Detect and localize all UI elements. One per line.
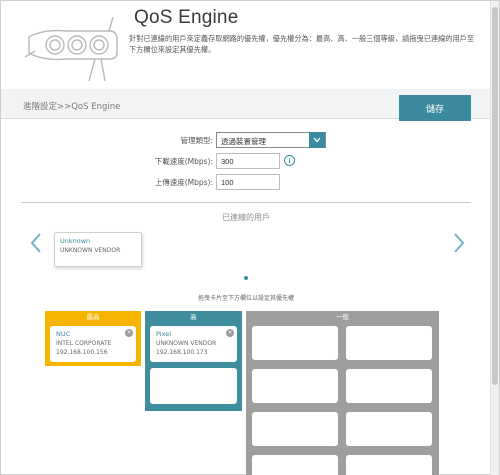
management-type-select[interactable]: 透過裝置管理 bbox=[216, 132, 326, 148]
device-vendor: UNKNOWN VENDOR bbox=[60, 247, 121, 254]
empty-slot[interactable] bbox=[346, 412, 432, 446]
device-vendor: UNKNOWN VENDOR bbox=[156, 340, 217, 347]
chevron-right-icon[interactable] bbox=[452, 232, 466, 254]
breadcrumb[interactable]: 進階設定>>QoS Engine bbox=[23, 100, 120, 112]
priority-device-card-pixel[interactable]: Pixel UNKNOWN VENDOR 192.168.100.173 × bbox=[150, 326, 237, 362]
chevron-left-icon[interactable] bbox=[29, 232, 43, 254]
priority-column-high-label: 高 bbox=[190, 313, 197, 321]
chevron-down-icon[interactable] bbox=[309, 132, 325, 148]
device-ip: 192.168.100.156 bbox=[56, 349, 108, 356]
scrollbar[interactable] bbox=[490, 1, 499, 475]
device-vendor: INTEL CORPORATE bbox=[56, 340, 112, 347]
priority-column-general-label: 一般 bbox=[336, 313, 349, 321]
qos-engine-page: QoS Engine 針對已連線的用戶來定義存取網路的優先權，優先權分為：最高、… bbox=[0, 0, 500, 475]
empty-slot[interactable] bbox=[150, 368, 237, 404]
upload-speed-input[interactable] bbox=[216, 174, 280, 190]
drag-hint: 拖曳卡片至下方欄位以設定其優先權 bbox=[197, 295, 294, 302]
close-icon[interactable]: × bbox=[125, 329, 133, 337]
empty-slot[interactable] bbox=[252, 369, 338, 403]
section-divider bbox=[21, 202, 471, 203]
close-icon[interactable]: × bbox=[226, 329, 234, 337]
carousel-pager-dot[interactable] bbox=[244, 276, 248, 280]
priority-column-highest[interactable]: 最高 NUC INTEL CORPORATE 192.168.100.156 × bbox=[45, 311, 141, 366]
priority-column-high[interactable]: 高 Pixel UNKNOWN VENDOR 192.168.100.173 × bbox=[145, 311, 242, 411]
upload-speed-row: 上傳速度(Mbps): bbox=[1, 174, 491, 192]
page-title: QoS Engine bbox=[134, 7, 239, 28]
management-type-value: 透過裝置管理 bbox=[221, 137, 266, 146]
empty-slot[interactable] bbox=[252, 455, 338, 475]
device-name: Pixel bbox=[156, 330, 172, 338]
empty-slot[interactable] bbox=[252, 412, 338, 446]
scrollbar-thumb[interactable] bbox=[492, 7, 498, 385]
download-speed-input[interactable] bbox=[216, 153, 280, 169]
router-illustration-icon bbox=[24, 16, 118, 82]
upload-speed-label: 上傳速度(Mbps): bbox=[154, 178, 213, 187]
empty-slot[interactable] bbox=[252, 326, 338, 360]
empty-slot[interactable] bbox=[346, 455, 432, 475]
save-button[interactable]: 儲存 bbox=[399, 95, 471, 121]
download-speed-label: 下載速度(Mbps): bbox=[154, 157, 213, 166]
device-name: NUC bbox=[56, 330, 71, 338]
device-ip: 192.168.100.173 bbox=[156, 349, 208, 356]
page-header: QoS Engine 針對已連線的用戶來定義存取網路的優先權，優先權分為：最高、… bbox=[1, 1, 491, 89]
device-card-unknown[interactable]: Unknown UNKNOWN VENDOR bbox=[54, 232, 142, 267]
empty-slot[interactable] bbox=[346, 369, 432, 403]
page-description: 針對已連線的用戶來定義存取網路的優先權，優先權分為：最高、高、一般三個等級，請拖… bbox=[129, 34, 475, 54]
empty-slot[interactable] bbox=[346, 326, 432, 360]
priority-column-general[interactable]: 一般 bbox=[246, 311, 439, 475]
connected-clients-title: 已連線的用戶 bbox=[222, 213, 270, 222]
info-icon[interactable]: i bbox=[284, 155, 295, 166]
priority-device-card-nuc[interactable]: NUC INTEL CORPORATE 192.168.100.156 × bbox=[50, 326, 136, 362]
priority-column-highest-label: 最高 bbox=[86, 313, 100, 321]
download-speed-row: 下載速度(Mbps): i bbox=[1, 153, 491, 171]
management-type-label: 管理類型: bbox=[180, 136, 213, 145]
device-name: Unknown bbox=[60, 237, 91, 245]
management-type-row: 管理類型: 透過裝置管理 bbox=[1, 132, 491, 150]
